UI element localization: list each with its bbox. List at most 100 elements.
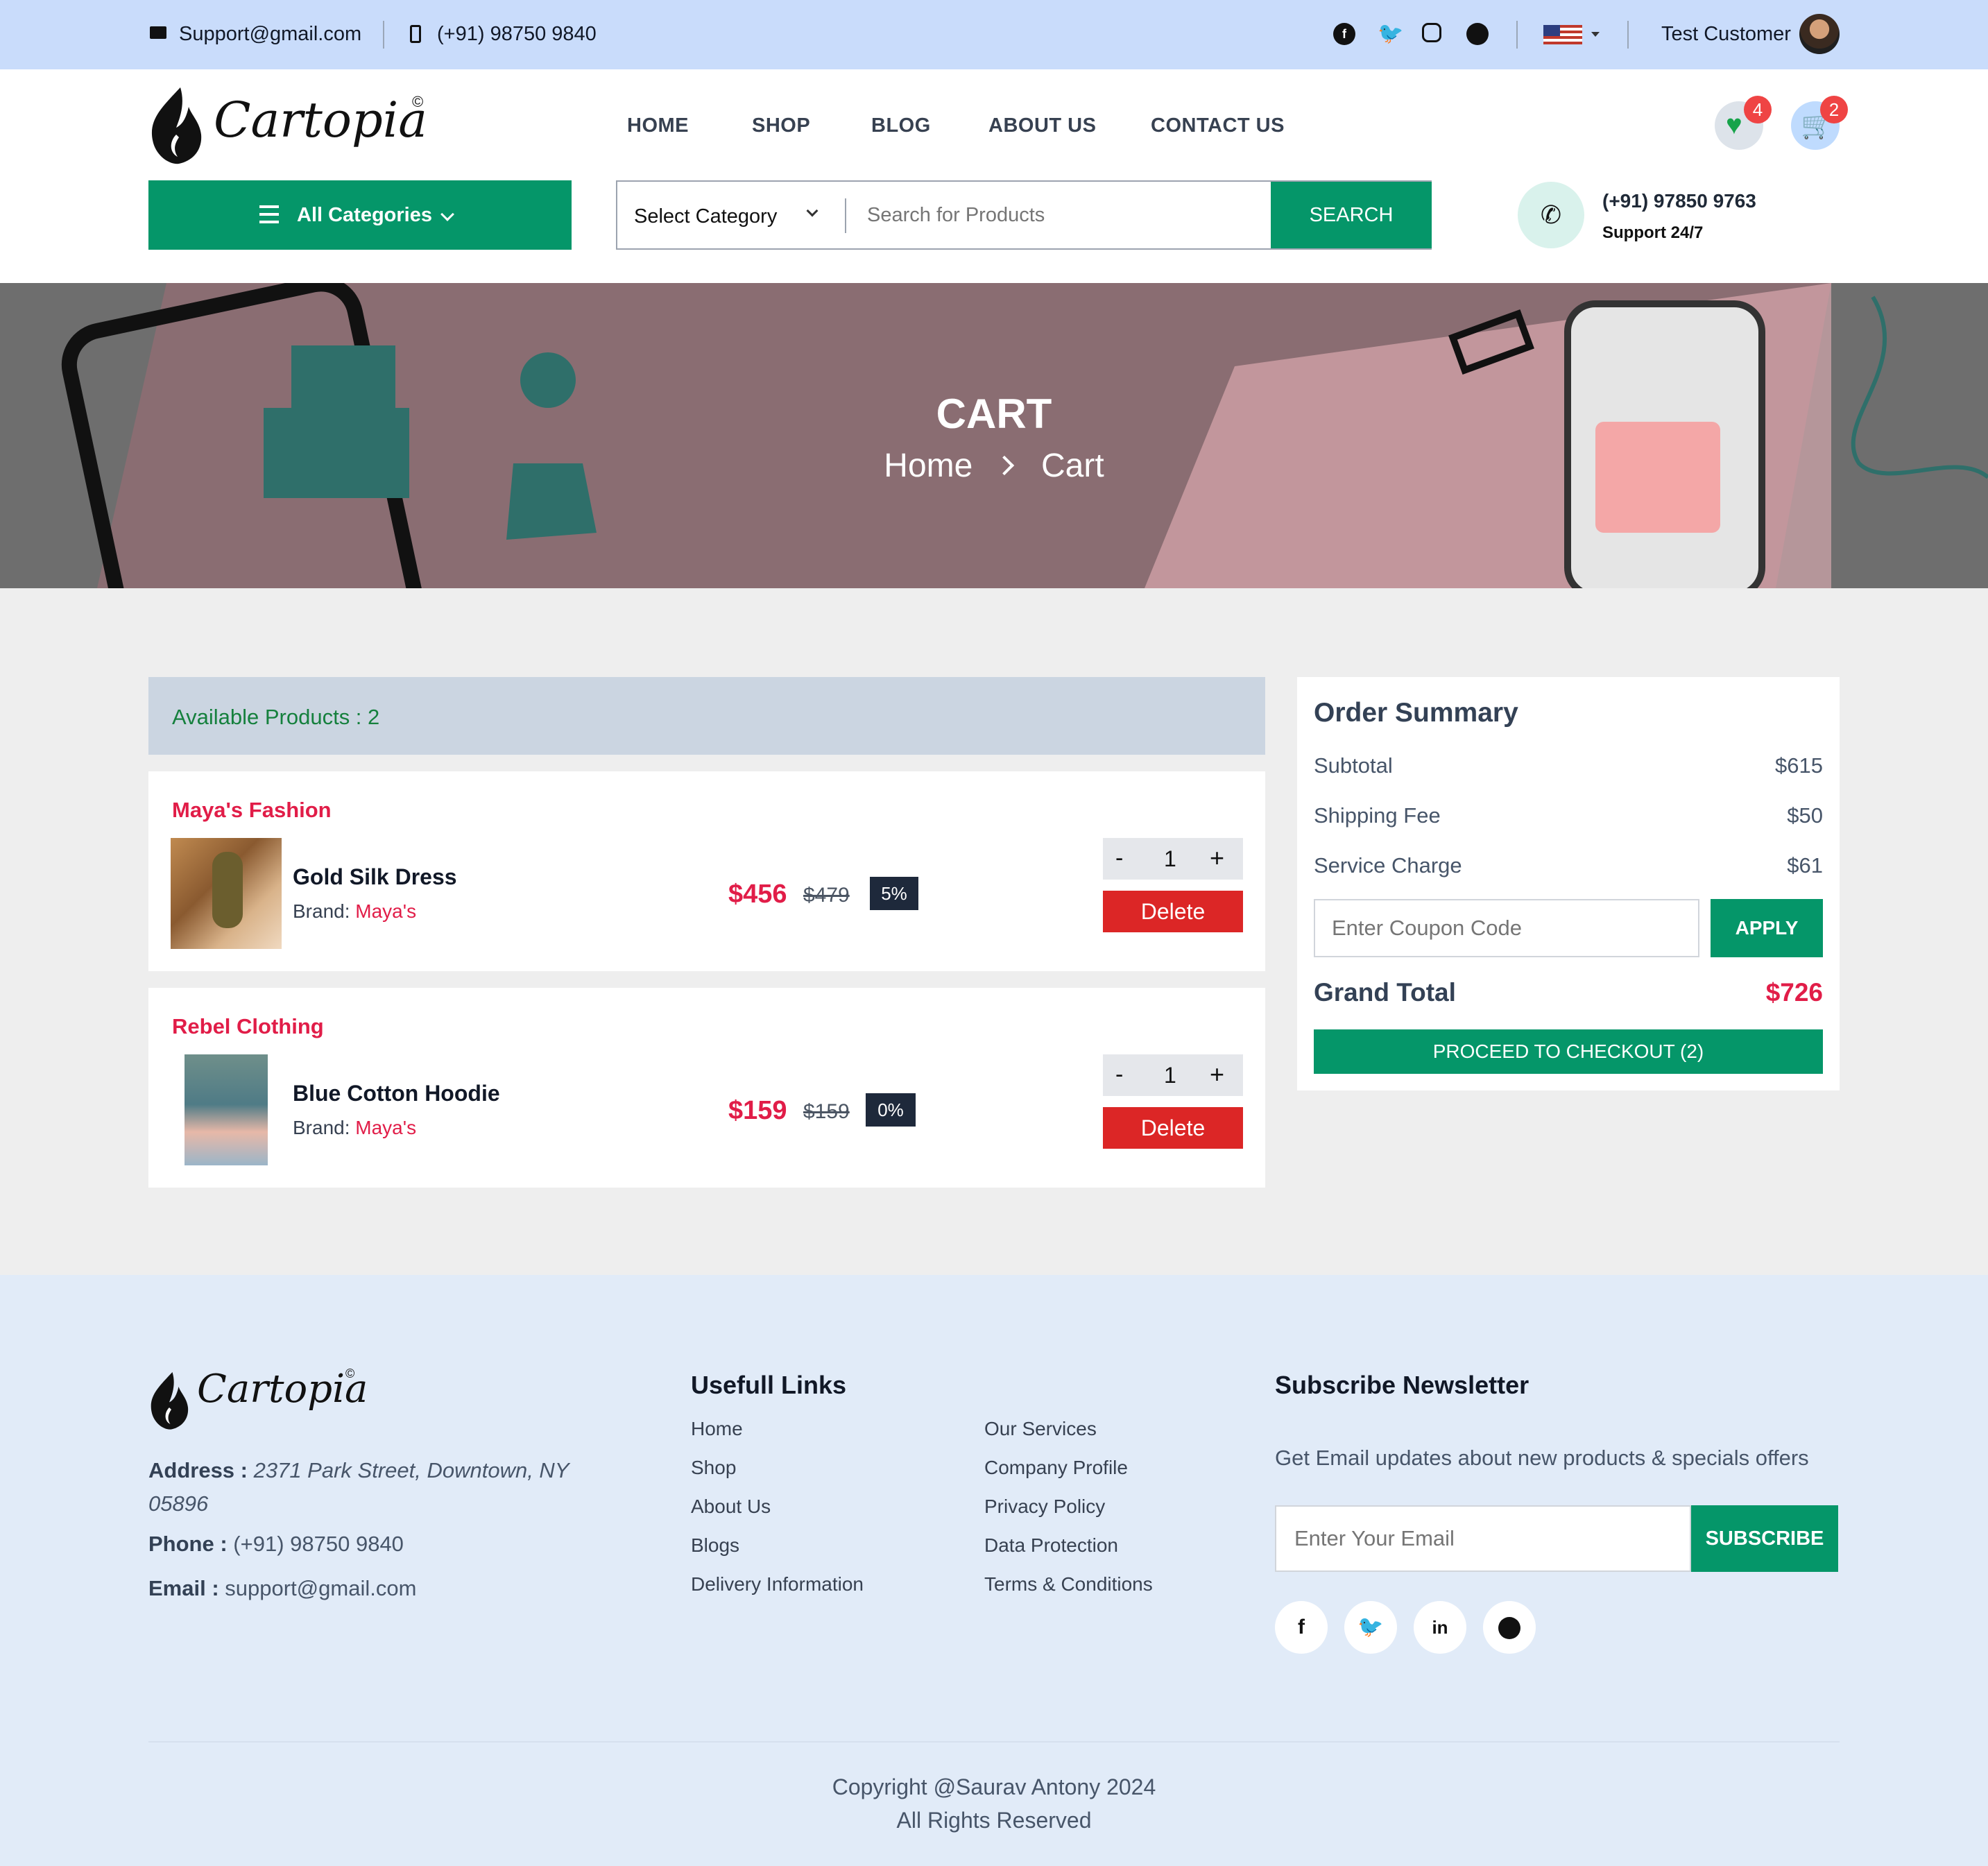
chevron-down-icon[interactable] <box>1591 32 1600 37</box>
nav-about-us[interactable]: ABOUT US <box>988 114 1096 137</box>
apply-label: APPLY <box>1735 917 1799 939</box>
delete-label: Delete <box>1140 899 1206 924</box>
coupon-input[interactable] <box>1314 899 1699 957</box>
support-phone[interactable]: (+91) 98750 9840 <box>437 23 597 46</box>
address-line1: 2371 Park Street, Downtown, NY <box>253 1458 569 1482</box>
search-input[interactable] <box>867 196 1186 234</box>
breadcrumb-home[interactable]: Home <box>884 447 972 484</box>
nav-shop[interactable]: SHOP <box>752 114 810 137</box>
old-price: $479 <box>803 884 850 907</box>
footer-address: Address : 2371 Park Street, Downtown, NY… <box>148 1454 592 1521</box>
facebook-icon[interactable]: f <box>1333 23 1355 45</box>
checkout-label: PROCEED TO CHECKOUT (2) <box>1432 1041 1704 1062</box>
copyright-text: Copyright @Saurav Antony 2024 <box>832 1774 1156 1799</box>
delete-button[interactable]: Delete <box>1103 891 1243 932</box>
useful-links-title: Usefull Links <box>691 1371 847 1399</box>
footer-link[interactable]: Data Protection <box>984 1534 1118 1557</box>
rights-text: All Rights Reserved <box>896 1808 1092 1833</box>
avatar[interactable] <box>1799 14 1840 54</box>
quantity-stepper: - 1 + <box>1103 1054 1243 1096</box>
subtotal-value: $615 <box>1775 753 1823 778</box>
footer-link[interactable]: Blogs <box>691 1534 739 1557</box>
footer-link[interactable]: Company Profile <box>984 1457 1128 1479</box>
product-name[interactable]: Gold Silk Dress <box>293 864 457 890</box>
flame-icon <box>151 1372 189 1430</box>
chevron-down-icon[interactable] <box>806 205 819 217</box>
user-name[interactable]: Test Customer <box>1661 23 1791 46</box>
us-flag-icon[interactable] <box>1543 25 1582 44</box>
decrement-button[interactable]: - <box>1115 1061 1123 1088</box>
nav-contact-us[interactable]: CONTACT US <box>1151 114 1285 137</box>
brand-value[interactable]: Maya's <box>355 1117 416 1138</box>
nav-blog[interactable]: BLOG <box>871 114 931 137</box>
product-price: $159 <box>728 1096 787 1125</box>
twitter-icon[interactable]: 🐦 <box>1378 23 1403 45</box>
footer-brand-name: Cartopia <box>197 1367 368 1412</box>
quantity-stepper: - 1 + <box>1103 838 1243 880</box>
apply-coupon-button[interactable]: APPLY <box>1711 899 1823 957</box>
github-icon[interactable] <box>1483 1601 1536 1654</box>
increment-button[interactable]: + <box>1210 844 1224 873</box>
cart-count-badge: 2 <box>1820 96 1848 123</box>
linkedin-icon[interactable]: in <box>1414 1601 1466 1654</box>
heart-icon: ♥ <box>1726 110 1742 140</box>
support-label: Support 24/7 <box>1602 223 1704 242</box>
footer-link[interactable]: Terms & Conditions <box>984 1573 1153 1595</box>
wishlist-button[interactable]: ♥ 4 <box>1715 96 1772 150</box>
list-icon <box>259 205 279 223</box>
phone-value[interactable]: (+91) 98750 9840 <box>233 1532 404 1556</box>
cart-item: Rebel Clothing Blue Cotton Hoodie Brand:… <box>148 988 1265 1188</box>
hero-banner: CART Home Cart <box>0 283 1988 588</box>
brand-value[interactable]: Maya's <box>355 900 416 922</box>
cart-button[interactable]: 🛒 2 <box>1791 96 1848 150</box>
search-button[interactable]: SEARCH <box>1271 182 1432 248</box>
email-value[interactable]: support@gmail.com <box>225 1576 416 1600</box>
shop-name[interactable]: Maya's Fashion <box>172 798 332 823</box>
nav-home[interactable]: HOME <box>627 114 689 137</box>
footer-link[interactable]: Shop <box>691 1457 736 1479</box>
instagram-icon[interactable] <box>1422 23 1441 42</box>
all-categories-button[interactable]: All Categories <box>148 180 572 250</box>
footer-link[interactable]: Privacy Policy <box>984 1496 1105 1518</box>
product-name[interactable]: Blue Cotton Hoodie <box>293 1081 500 1106</box>
decrement-button[interactable]: - <box>1115 845 1123 872</box>
subscribe-button[interactable]: SUBSCRIBE <box>1691 1505 1838 1572</box>
footer-email: Email : support@gmail.com <box>148 1576 416 1601</box>
all-categories-label: All Categories <box>297 204 432 226</box>
newsletter-email-input[interactable] <box>1275 1505 1691 1572</box>
checkout-button[interactable]: PROCEED TO CHECKOUT (2) <box>1314 1029 1823 1074</box>
facebook-icon[interactable]: f <box>1275 1601 1328 1654</box>
footer-link[interactable]: Delivery Information <box>691 1573 864 1595</box>
grand-total-label: Grand Total <box>1314 978 1456 1007</box>
support-email[interactable]: Support@gmail.com <box>179 23 361 46</box>
mobile-icon <box>410 25 421 43</box>
available-products-label: Available Products : 2 <box>172 705 380 729</box>
product-image[interactable] <box>185 1054 268 1165</box>
footer-link[interactable]: Our Services <box>984 1418 1097 1440</box>
increment-button[interactable]: + <box>1210 1060 1224 1089</box>
order-summary-title: Order Summary <box>1314 698 1518 728</box>
breadcrumb: Home Cart <box>0 447 1988 485</box>
address-line2: 05896 <box>148 1491 209 1516</box>
footer-link[interactable]: Home <box>691 1418 743 1440</box>
footer-link[interactable]: About Us <box>691 1496 771 1518</box>
shop-name[interactable]: Rebel Clothing <box>172 1014 324 1039</box>
product-price: $456 <box>728 880 787 909</box>
search-button-label: SEARCH <box>1309 204 1394 226</box>
chevron-right-icon <box>994 455 1014 476</box>
order-summary: Order Summary Subtotal $615 Shipping Fee… <box>1297 677 1840 1090</box>
cart-item: Maya's Fashion Gold Silk Dress Brand: Ma… <box>148 771 1265 971</box>
shipping-fee-value: $50 <box>1787 803 1823 828</box>
brand-logo[interactable]: Cartopia © <box>148 86 440 166</box>
delete-button[interactable]: Delete <box>1103 1107 1243 1149</box>
product-image[interactable] <box>171 838 282 949</box>
github-icon[interactable] <box>1466 23 1489 45</box>
select-category-dropdown[interactable]: Select Category <box>634 205 777 228</box>
twitter-icon[interactable]: 🐦 <box>1344 1601 1397 1654</box>
footer-brand-mark: © <box>345 1367 355 1380</box>
subscribe-label: SUBSCRIBE <box>1705 1527 1824 1550</box>
search-bar: Select Category SEARCH <box>616 180 1432 250</box>
footer-phone: Phone : (+91) 98750 9840 <box>148 1532 404 1557</box>
support-hotline[interactable]: (+91) 97850 9763 <box>1602 190 1756 212</box>
footer-brand-logo[interactable]: Cartopia © <box>148 1362 370 1439</box>
